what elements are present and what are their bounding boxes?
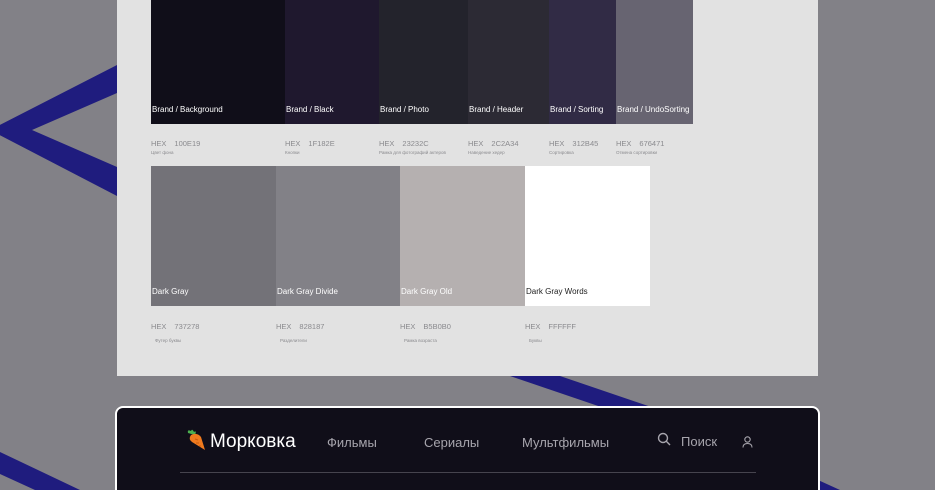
hex-line: HEX 23232C [379,139,429,148]
swatch-description: Отмена сортировки [616,150,658,155]
swatch-name: Brand / Photo [380,105,429,114]
swatch-description: Буквы [529,338,542,343]
hex-value: FFFFFF [548,322,576,331]
swatch-name: Dark Gray Old [401,287,453,296]
swatch-description: Сортировка [549,150,574,155]
hex-value: 828187 [299,322,325,331]
hex-value: B5B0B0 [423,322,451,331]
swatch-dark-gray: Dark Gray [151,166,276,306]
swatch-name: Brand / Header [469,105,524,114]
swatch-dark-gray-words: Dark Gray Words [525,166,650,306]
swatch-name: Brand / Background [152,105,223,114]
logo-text: Морковка [210,431,296,452]
swatch-brand-sorting: Brand / Sorting [549,0,616,124]
search-button[interactable]: Поиск [657,432,717,451]
hex-label: HEX [616,139,632,148]
swatch-brand-photo: Brand / Photo [379,0,468,124]
swatch-name: Dark Gray Words [526,287,588,296]
hex-label: HEX [276,322,292,331]
swatch-name: Dark Gray [152,287,189,296]
hex-line: HEX 676471 [616,139,664,148]
hex-label: HEX [549,139,565,148]
hex-value: 1F182E [308,139,335,148]
hex-line: HEX 737278 [151,322,199,331]
user-icon[interactable] [742,435,753,453]
nav-item-series[interactable]: Сериалы [424,435,479,450]
swatch-name: Brand / UndoSorting [617,105,690,114]
swatch-description: Разделители [280,338,307,343]
search-icon [657,432,671,451]
carrot-icon [183,428,207,457]
site-header-preview: Морковка Фильмы Сериалы Мультфильмы Поис… [115,406,820,490]
hex-line: HEX 828187 [276,322,324,331]
hex-line: HEX FFFFFF [525,322,576,331]
hex-label: HEX [285,139,301,148]
swatch-description: Футер буквы [155,338,182,343]
hex-line: HEX 312B45 [549,139,598,148]
hex-line: HEX 100E19 [151,139,200,148]
swatch-brand-undosorting: Brand / UndoSorting [616,0,693,124]
hex-value: 100E19 [174,139,201,148]
hex-label: HEX [151,322,167,331]
color-palette-panel: Brand / Background Brand / Black Brand /… [117,0,818,376]
hex-line: HEX 2C2A34 [468,139,519,148]
swatch-dark-gray-divide: Dark Gray Divide [276,166,401,306]
nav-item-cartoons[interactable]: Мультфильмы [522,435,609,450]
hex-label: HEX [400,322,416,331]
hex-label: HEX [525,322,541,331]
hex-value: 312B45 [572,139,599,148]
logo[interactable]: Морковка [183,428,299,456]
swatch-name: Brand / Sorting [550,105,604,114]
swatch-brand-background: Brand / Background [151,0,285,124]
swatch-brand-header: Brand / Header [468,0,549,124]
swatch-brand-black: Brand / Black [285,0,380,124]
swatch-description: Наведение хедер [468,150,505,155]
swatch-name: Brand / Black [286,105,334,114]
swatch-description: Рамка возраста [404,338,437,343]
hex-line: HEX B5B0B0 [400,322,451,331]
nav-item-films[interactable]: Фильмы [327,435,377,450]
hex-value: 2C2A34 [491,139,519,148]
hex-value: 676471 [639,139,665,148]
swatch-description: Цвет фона [151,150,174,155]
swatch-dark-gray-old: Dark Gray Old [400,166,525,306]
header-divider [180,472,756,473]
hex-label: HEX [379,139,395,148]
hex-label: HEX [151,139,167,148]
swatch-description: Рамка для фотографий актеров [379,150,446,155]
swatch-name: Dark Gray Divide [277,287,338,296]
hex-line: HEX 1F182E [285,139,335,148]
search-label: Поиск [681,434,718,449]
hex-value: 737278 [174,322,200,331]
hex-label: HEX [468,139,484,148]
swatch-description: Кнопки [285,150,300,155]
hex-value: 23232C [402,139,429,148]
